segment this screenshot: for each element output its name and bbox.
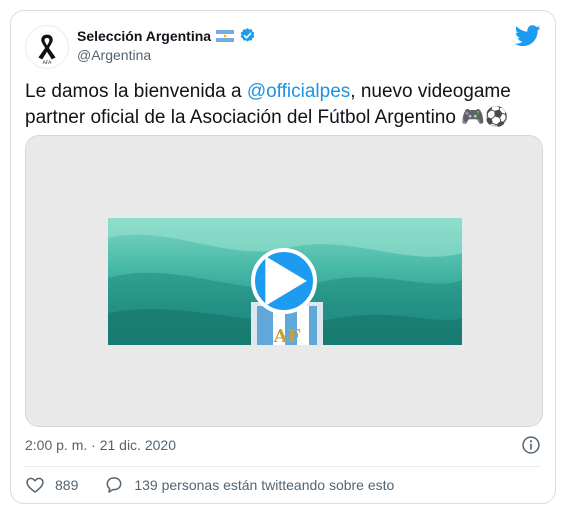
- display-name[interactable]: Selección Argentina: [77, 28, 211, 44]
- argentina-flag-icon: [216, 29, 235, 42]
- avatar[interactable]: AFA: [25, 25, 69, 69]
- video-thumbnail[interactable]: AF: [108, 218, 462, 345]
- author-name-row: Selección Argentina: [77, 27, 256, 44]
- tweet-text: Le damos la bienvenida a @officialpes, n…: [25, 79, 545, 131]
- play-icon: [265, 256, 307, 306]
- video-player[interactable]: AF: [25, 135, 543, 427]
- tweet-actions: 889 139 personas están twitteando sobre …: [25, 475, 394, 495]
- tweet-card: AFA Selección Argentina @Argentina Le da…: [10, 10, 556, 504]
- reply-text: 139 personas están twitteando sobre esto: [134, 477, 395, 493]
- play-button[interactable]: [251, 248, 317, 314]
- svg-text:AFA: AFA: [43, 60, 53, 66]
- author-handle[interactable]: @Argentina: [77, 47, 151, 63]
- twitter-bird-icon[interactable]: [515, 25, 541, 47]
- verified-badge-icon: [240, 28, 255, 42]
- mention-link[interactable]: @officialpes: [247, 81, 350, 102]
- comment-icon: [106, 477, 122, 493]
- black-ribbon-icon: AFA: [38, 34, 56, 66]
- tweet-timestamp[interactable]: 2:00 p. m. · 21 dic. 2020: [25, 437, 176, 453]
- info-icon[interactable]: [521, 435, 541, 455]
- divider: [25, 466, 541, 467]
- svg-text:AF: AF: [273, 326, 301, 345]
- like-count: 889: [55, 477, 79, 493]
- heart-icon: [26, 477, 44, 493]
- reply-button[interactable]: 139 personas están twitteando sobre esto: [104, 475, 394, 495]
- tweet-text-before: Le damos la bienvenida a: [25, 81, 247, 102]
- like-button[interactable]: 889: [25, 475, 104, 495]
